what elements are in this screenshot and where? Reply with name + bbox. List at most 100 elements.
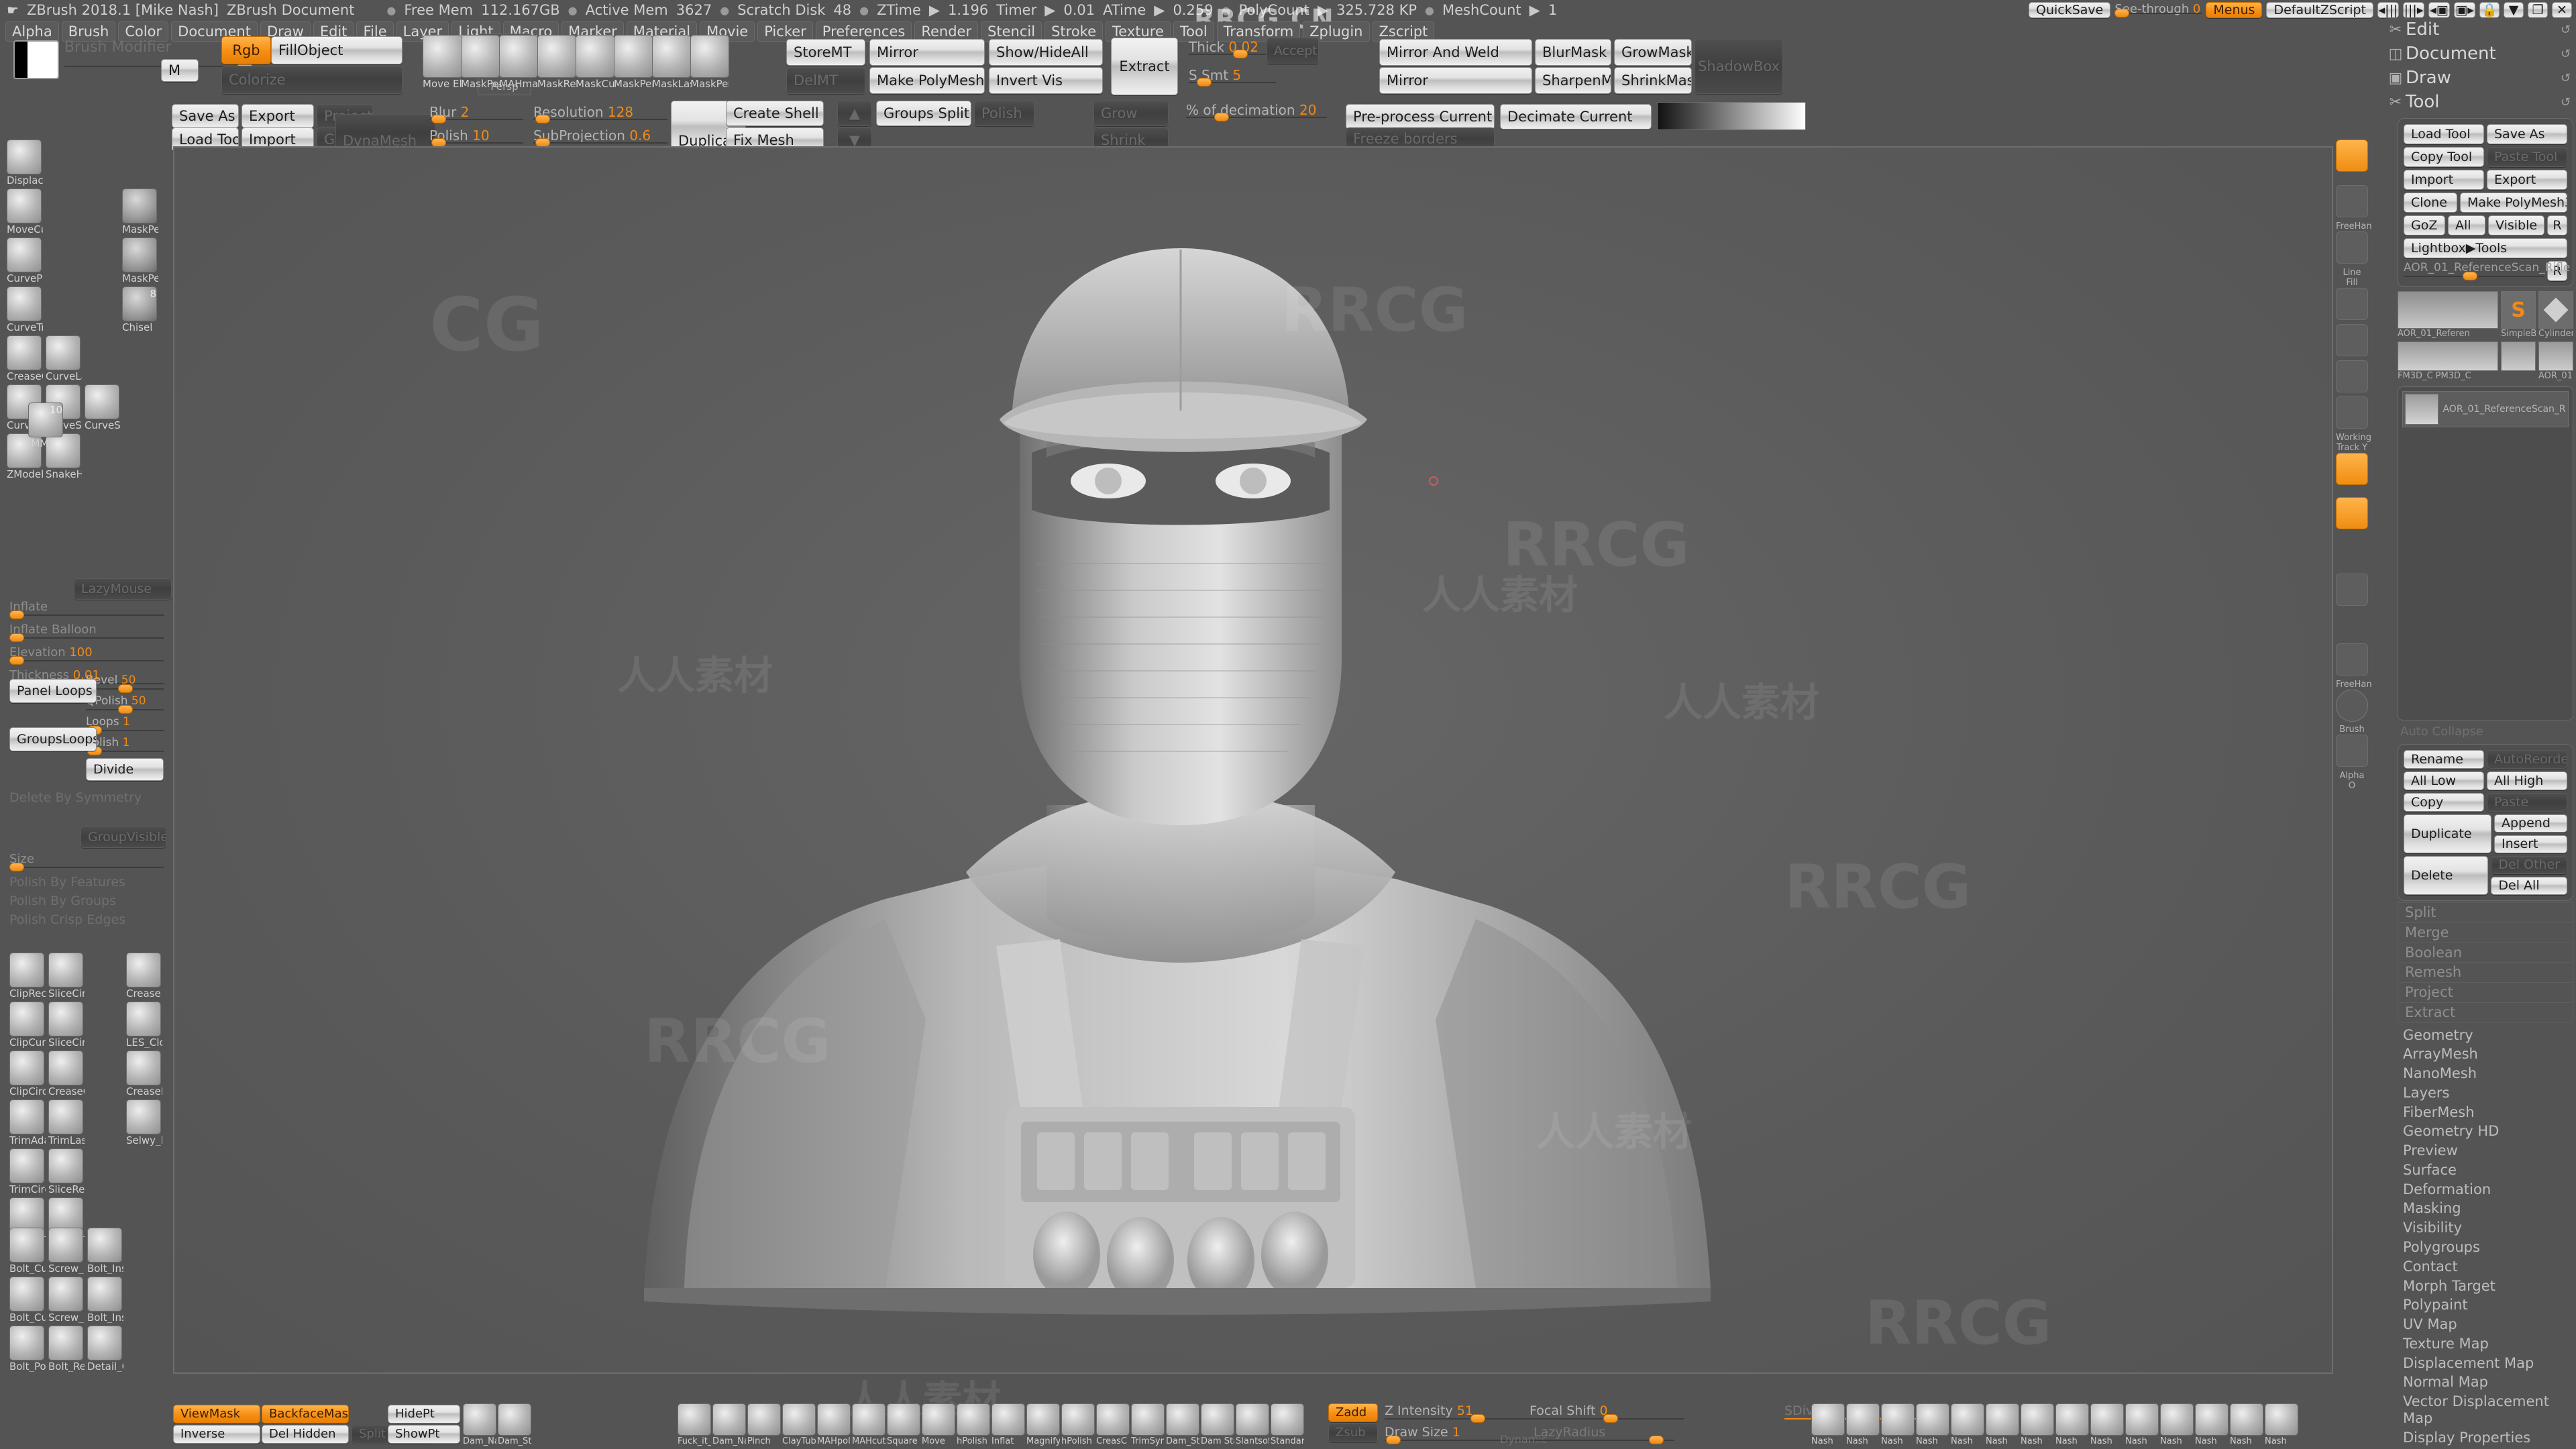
section-geometry[interactable]: Geometry xyxy=(2385,1026,2576,1045)
draw-mode-icon[interactable] xyxy=(2336,140,2368,172)
make-polymesh3d-button[interactable]: Make PolyMesh3D xyxy=(2460,193,2567,213)
brush-item[interactable]: Detail_C xyxy=(87,1326,123,1372)
brush-item[interactable]: Dam_Na xyxy=(712,1403,746,1446)
palette-header-edit[interactable]: ✂ Edit ↺ xyxy=(2385,17,2576,42)
section-layers[interactable]: Layers xyxy=(2385,1083,2576,1103)
brush-item[interactable]: Crease xyxy=(126,953,162,999)
tool-thumb[interactable]: Cylinder PolyMesh xyxy=(2538,291,2573,339)
clone-button[interactable]: Clone xyxy=(2404,193,2457,213)
brush-item[interactable]: CreaseP xyxy=(126,1051,162,1097)
brush-item[interactable]: Screw_B xyxy=(48,1228,85,1274)
brush-item[interactable]: Screw_In xyxy=(48,1277,85,1323)
section-deformation[interactable]: Deformation xyxy=(2385,1180,2576,1199)
section-masking[interactable]: Masking xyxy=(2385,1199,2576,1218)
freehand2-icon[interactable] xyxy=(2336,643,2368,676)
auto-collapse-label[interactable]: Auto Collapse xyxy=(2400,724,2576,739)
del-all-button[interactable]: Del All xyxy=(2491,877,2567,895)
size-slider[interactable]: Size xyxy=(9,852,164,872)
copy-tool-button[interactable]: Copy Tool xyxy=(2404,147,2484,167)
subtool-row[interactable]: AOR_01_ReferenceScan_Rifle xyxy=(2402,391,2569,427)
brush-item[interactable]: Nash xyxy=(2125,1403,2159,1446)
duplicate-button[interactable]: Duplicate xyxy=(2404,814,2491,853)
section-polypaint[interactable]: Polypaint xyxy=(2385,1295,2576,1315)
tool-thumb[interactable]: AOR_01 xyxy=(2538,341,2573,381)
section-fibermesh[interactable]: FiberMesh xyxy=(2385,1103,2576,1122)
del-hidden-button[interactable]: Del Hidden xyxy=(262,1425,349,1444)
brush-item[interactable]: Pinch xyxy=(747,1403,781,1446)
brush-item[interactable]: Nash xyxy=(1846,1403,1880,1446)
resolution-slider[interactable]: Resolution 128 xyxy=(533,104,667,124)
brush-item[interactable]: Nash xyxy=(2230,1403,2263,1446)
blur-mask-button[interactable]: BlurMask xyxy=(1535,39,1611,66)
groups-split-button[interactable]: Groups Split xyxy=(876,101,971,126)
spray-icon[interactable] xyxy=(2336,360,2368,392)
del-mt-button[interactable]: DelMT xyxy=(786,67,865,94)
brush-item[interactable]: TrimSyr xyxy=(1131,1403,1165,1446)
shadowbox-button[interactable]: ShadowBox xyxy=(1695,39,1783,94)
brush-item[interactable]: TrimAdap xyxy=(9,1099,46,1146)
section-nanomesh[interactable]: NanoMesh xyxy=(2385,1064,2576,1083)
topshelf-brush[interactable]: MaskPen xyxy=(461,35,500,89)
topshelf-brush[interactable]: MaskCu xyxy=(576,35,614,89)
thick-slider[interactable]: Thick 0.02 xyxy=(1189,39,1276,59)
brush-item[interactable]: ClipCirc xyxy=(9,1051,46,1097)
section-vector-displacement-map[interactable]: Vector Displacement Map xyxy=(2385,1392,2576,1428)
section-displacement-map[interactable]: Displacement Map xyxy=(2385,1354,2576,1373)
palette-header-draw[interactable]: ▣ Draw ↺ xyxy=(2385,66,2576,90)
fill-object-button[interactable]: FillObject xyxy=(271,36,402,64)
import-button[interactable]: Import xyxy=(2404,170,2484,190)
freehand-stroke-icon[interactable] xyxy=(2336,185,2368,217)
delete-by-symmetry-label[interactable]: Delete By Symmetry xyxy=(9,790,142,805)
subtool-op-merge[interactable]: Merge xyxy=(2398,922,2573,943)
brush-item[interactable]: Dam_Na xyxy=(463,1403,496,1446)
polish-slider[interactable]: Polish 10 xyxy=(429,127,523,148)
subtool-op-boolean[interactable]: Boolean xyxy=(2398,942,2573,963)
subtool-op-split[interactable]: Split xyxy=(2398,902,2573,922)
brush-item[interactable]: SliceCirc xyxy=(48,1002,85,1048)
lazy-radius-slider[interactable]: LazyRadius xyxy=(1534,1425,1674,1445)
invert-vis-button[interactable]: Invert Vis xyxy=(989,67,1103,94)
subtool-op-extract[interactable]: Extract xyxy=(2398,1002,2573,1022)
show-pt-button[interactable]: ShowPt xyxy=(388,1425,460,1444)
polish-mini-slider[interactable]: Polish 1 xyxy=(86,736,164,756)
show-hide-all-button[interactable]: Show/HideAll xyxy=(989,39,1103,66)
brush-item[interactable]: LES_Clot xyxy=(126,1002,162,1048)
polish-crisp-edges-label[interactable]: Polish Crisp Edges xyxy=(9,912,125,927)
store-mt-button[interactable]: StoreMT xyxy=(786,39,865,66)
brush-item[interactable]: Bolt_Cut xyxy=(9,1228,46,1274)
tool-thumb[interactable]: S SimpleBrush xyxy=(2501,291,2536,339)
section-uv-map[interactable]: UV Map xyxy=(2385,1315,2576,1334)
dots-stroke-icon[interactable] xyxy=(2336,288,2368,320)
brush-item-curvela[interactable]: CurveLa xyxy=(46,335,82,382)
menu-alpha[interactable]: Alpha xyxy=(5,21,59,42)
brush-item[interactable]: Nash xyxy=(2090,1403,2124,1446)
delete-button[interactable]: Delete xyxy=(2404,856,2489,895)
tray-left-icon[interactable]: ◂▣ xyxy=(2428,2,2450,18)
brush-item[interactable]: Dam_St xyxy=(1166,1403,1199,1446)
grow-mask-button[interactable]: GrowMask xyxy=(1614,39,1692,66)
view-mask-button[interactable]: ViewMask xyxy=(173,1405,260,1424)
brush-item[interactable]: Selwy_F xyxy=(126,1099,162,1146)
mirror-button[interactable]: Mirror xyxy=(869,39,985,66)
s-smt-slider[interactable]: S Smt 5 xyxy=(1189,67,1276,87)
lasso-icon[interactable] xyxy=(2336,396,2368,429)
create-shell-button[interactable]: Create Shell xyxy=(726,101,824,126)
reset-icon[interactable]: ↺ xyxy=(2561,95,2576,109)
subtool-op-remesh[interactable]: Remesh xyxy=(2398,962,2573,982)
polish-button[interactable]: Polish xyxy=(974,101,1034,126)
scroll-left-icon[interactable]: ◂||| xyxy=(2377,2,2399,18)
grow-button[interactable]: Grow xyxy=(1093,101,1169,126)
brush-item-curvetr[interactable]: CurveTr xyxy=(7,286,43,333)
brush-item[interactable]: ClipCurv xyxy=(9,1002,46,1048)
decimation-slider[interactable]: % of decimation 20 xyxy=(1186,102,1327,122)
close-icon[interactable]: ✕ xyxy=(2552,2,2572,18)
see-through-slider[interactable]: See-through 0 xyxy=(2114,2,2202,18)
up-arrow-icon[interactable]: ▲ xyxy=(837,101,872,126)
section-polygroups[interactable]: Polygroups xyxy=(2385,1238,2576,1257)
topshelf-brush[interactable]: MaskLas xyxy=(652,35,691,89)
default-zscript-button[interactable]: DefaultZScript xyxy=(2266,2,2373,18)
brush-item[interactable]: Slantsoft xyxy=(1236,1403,1269,1446)
brush-item-imm-sci[interactable]: 10 IMM xyxy=(28,402,64,449)
move-gizmo-icon[interactable] xyxy=(2336,453,2368,485)
brush-item[interactable]: Nash xyxy=(2055,1403,2089,1446)
